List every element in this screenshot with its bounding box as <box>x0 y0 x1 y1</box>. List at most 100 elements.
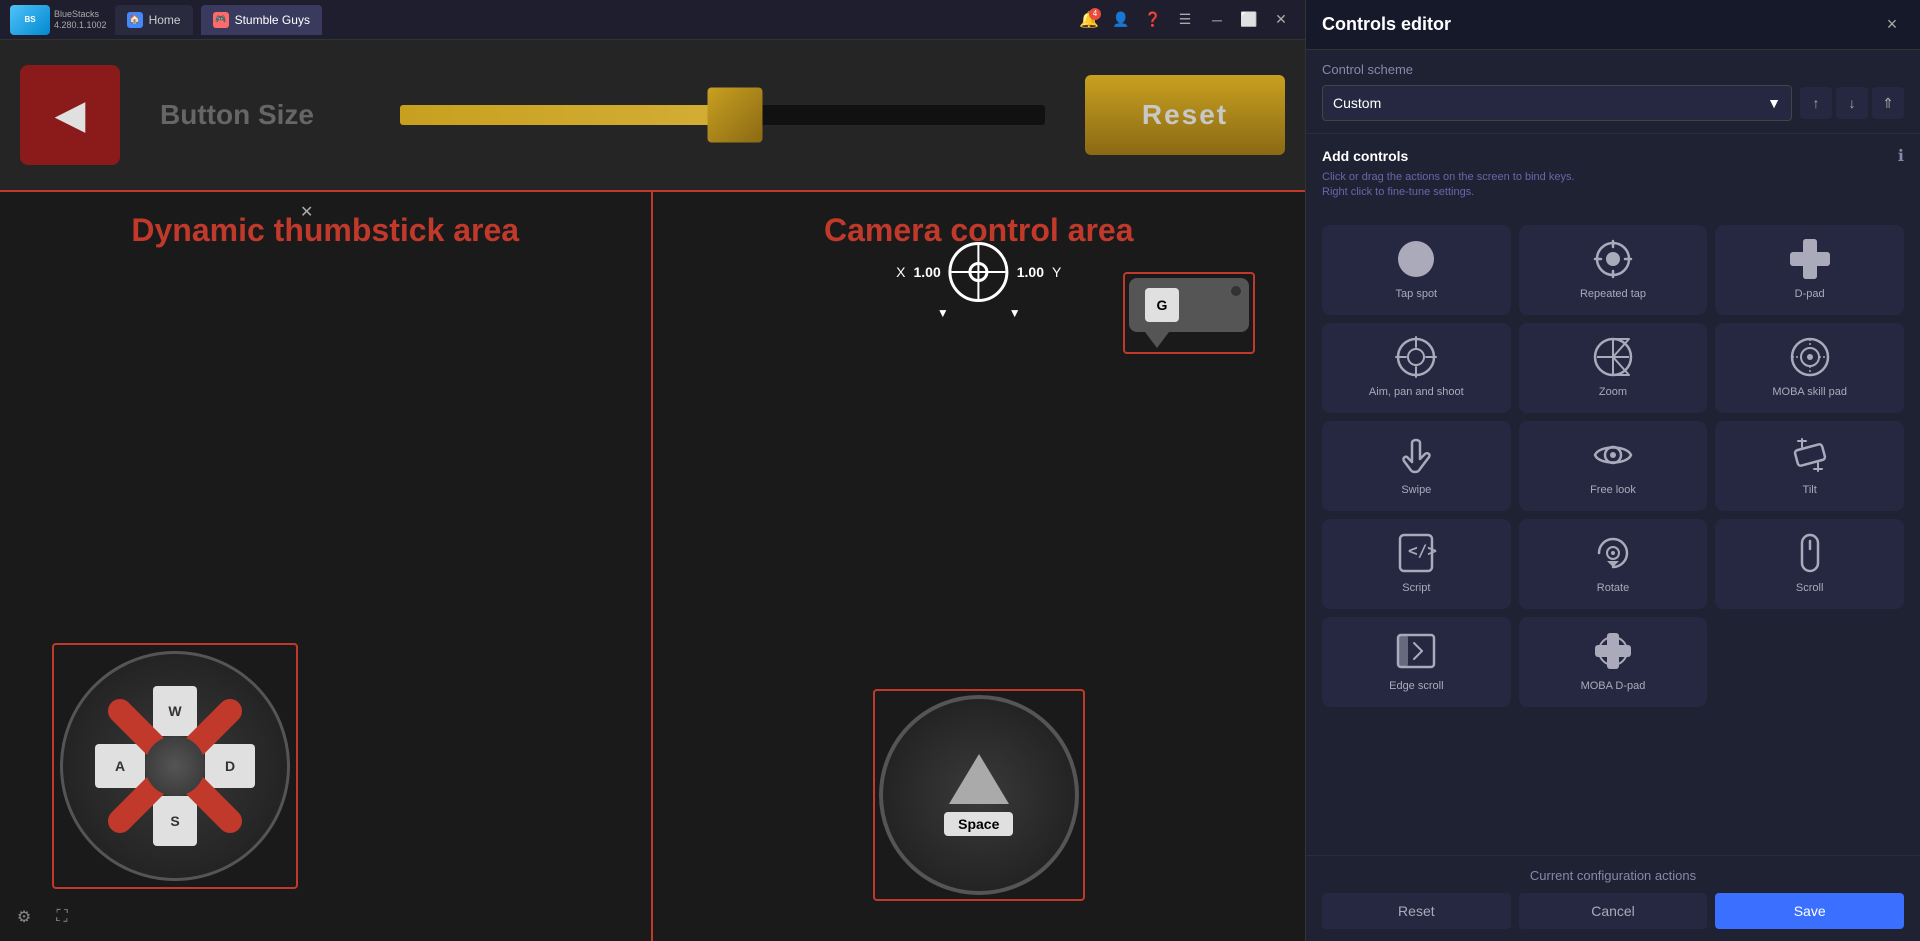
repeated-tap-label: Repeated tap <box>1580 287 1646 301</box>
bottom-bar: ⚙ ⛶ <box>10 903 76 931</box>
reset-button[interactable]: Reset <box>1085 75 1285 155</box>
space-selection: Space <box>873 689 1085 901</box>
moba-dpad-icon <box>1591 629 1635 673</box>
tilt-svg <box>1788 433 1832 477</box>
scheme-share-button[interactable]: ⇑ <box>1872 87 1904 119</box>
control-swipe[interactable]: Swipe <box>1322 421 1511 511</box>
svg-text:</>: </> <box>1408 541 1437 560</box>
control-scroll[interactable]: Scroll <box>1715 519 1904 609</box>
menu-button[interactable]: ☰ <box>1171 6 1199 34</box>
notification-badge: 4 <box>1089 8 1101 20</box>
scroll-icon <box>1788 531 1832 575</box>
footer-cancel-button[interactable]: Cancel <box>1519 893 1708 929</box>
moba-svg <box>1788 335 1832 379</box>
scheme-value: Custom <box>1333 95 1381 111</box>
restore-button[interactable]: ⬜ <box>1235 6 1263 34</box>
add-controls-desc: Click or drag the actions on the screen … <box>1322 170 1904 201</box>
dpad-cross: W S A D <box>95 686 255 846</box>
control-tap-spot[interactable]: Tap spot <box>1322 225 1511 315</box>
tab-stumble-guys[interactable]: 🎮 Stumble Guys <box>201 5 322 35</box>
control-zoom[interactable]: Zoom <box>1519 323 1708 413</box>
rotate-label: Rotate <box>1597 581 1629 595</box>
crosshair-widget[interactable]: X 1.00 1.00 Y ▼ ▼ <box>896 242 1061 320</box>
dpad-label: D-pad <box>1795 287 1825 301</box>
x-value: 1.00 <box>914 264 941 280</box>
crosshair-coords: X 1.00 1.00 Y <box>896 242 1061 302</box>
logo-text: BlueStacks 4.280.1.1002 <box>54 9 107 31</box>
control-free-look[interactable]: Free look <box>1519 421 1708 511</box>
add-controls-info-icon[interactable]: ℹ <box>1898 146 1904 166</box>
g-button-selection: G <box>1123 272 1255 354</box>
scheme-row: Custom ▼ ↑ ↓ ⇑ <box>1322 85 1904 121</box>
space-triangle-icon <box>949 754 1009 804</box>
g-button-key: G <box>1145 288 1179 322</box>
account-button[interactable]: 👤 <box>1107 6 1135 34</box>
dpad-icon-svg <box>1788 237 1832 281</box>
panel-title: Controls editor <box>1322 14 1880 35</box>
panel-footer: Current configuration actions Reset Canc… <box>1306 855 1920 941</box>
free-look-icon <box>1591 433 1635 477</box>
control-moba-dpad[interactable]: MOBA D-pad <box>1519 617 1708 707</box>
rotate-svg <box>1591 531 1635 575</box>
controls-grid: Tap spot Repeated tap <box>1306 225 1920 707</box>
control-repeated-tap[interactable]: Repeated tap <box>1519 225 1708 315</box>
home-tab-icon: 🏠 <box>127 12 143 28</box>
control-moba-skill-pad[interactable]: MOBA skill pad <box>1715 323 1904 413</box>
titlebar-actions: 🔔 4 👤 ❓ ☰ ─ ⬜ ✕ <box>1075 6 1295 34</box>
g-button-widget[interactable]: G <box>1123 272 1255 354</box>
control-tilt[interactable]: Tilt <box>1715 421 1904 511</box>
x-label: X <box>896 264 905 280</box>
control-dpad[interactable]: D-pad <box>1715 225 1904 315</box>
free-look-label: Free look <box>1590 483 1636 497</box>
g-button-dot <box>1231 286 1241 296</box>
footer-save-button[interactable]: Save <box>1715 893 1904 929</box>
add-controls-header: Add controls ℹ <box>1322 146 1904 166</box>
space-widget[interactable]: Space <box>873 689 1085 901</box>
dpad-delete-icon[interactable]: ✕ <box>300 202 641 631</box>
edge-scroll-icon <box>1394 629 1438 673</box>
tab-stumble-guys-label: Stumble Guys <box>235 13 310 27</box>
dpad-center <box>145 736 205 796</box>
footer-reset-button[interactable]: Reset <box>1322 893 1511 929</box>
notification-button[interactable]: 🔔 4 <box>1075 6 1103 34</box>
minimize-button[interactable]: ─ <box>1203 6 1231 34</box>
tilt-label: Tilt <box>1803 483 1817 497</box>
tap-spot-label: Tap spot <box>1396 287 1438 301</box>
control-aim-pan-shoot[interactable]: Aim, pan and shoot <box>1322 323 1511 413</box>
crosshair-inner <box>969 262 989 282</box>
controls-bar: ◀ Button Size Reset <box>0 40 1305 190</box>
settings-icon[interactable]: ⚙ <box>10 903 38 931</box>
footer-actions: Reset Cancel Save <box>1322 893 1904 929</box>
scheme-upload-button[interactable]: ↑ <box>1800 87 1832 119</box>
space-outer-circle: Space <box>879 695 1079 895</box>
dpad-control[interactable]: W S A D <box>60 651 290 881</box>
g-button-inner: G <box>1129 278 1249 332</box>
repeated-tap-icon <box>1591 237 1635 281</box>
back-icon: ◀ <box>55 92 86 138</box>
script-icon: </> <box>1394 531 1438 575</box>
game-area: BS BlueStacks 4.280.1.1002 🏠 Home 🎮 Stum… <box>0 0 1305 941</box>
script-svg: </> <box>1394 531 1438 575</box>
close-button[interactable]: ✕ <box>1267 6 1295 34</box>
tap-spot-icon <box>1394 237 1438 281</box>
control-scheme-label: Control scheme <box>1322 62 1904 77</box>
help-button[interactable]: ❓ <box>1139 6 1167 34</box>
control-edge-scroll[interactable]: Edge scroll <box>1322 617 1511 707</box>
control-rotate[interactable]: Rotate <box>1519 519 1708 609</box>
stumble-guys-tab-icon: 🎮 <box>213 12 229 28</box>
control-script[interactable]: </> Script <box>1322 519 1511 609</box>
g-button-tail <box>1145 332 1169 348</box>
scheme-dropdown[interactable]: Custom ▼ <box>1322 85 1792 121</box>
tap-spot-icon-shape <box>1398 241 1434 277</box>
back-button[interactable]: ◀ <box>20 65 120 165</box>
zoom-svg <box>1591 335 1635 379</box>
zoom-icon <box>1591 335 1635 379</box>
expand-icon[interactable]: ⛶ <box>48 903 76 931</box>
button-size-label: Button Size <box>160 99 380 131</box>
panel-close-button[interactable]: × <box>1880 13 1904 37</box>
slider-thumb[interactable] <box>708 88 763 143</box>
button-size-slider[interactable] <box>400 85 1045 145</box>
moba-dpad-svg <box>1591 629 1635 673</box>
tab-home[interactable]: 🏠 Home <box>115 5 193 35</box>
scheme-download-button[interactable]: ↓ <box>1836 87 1868 119</box>
